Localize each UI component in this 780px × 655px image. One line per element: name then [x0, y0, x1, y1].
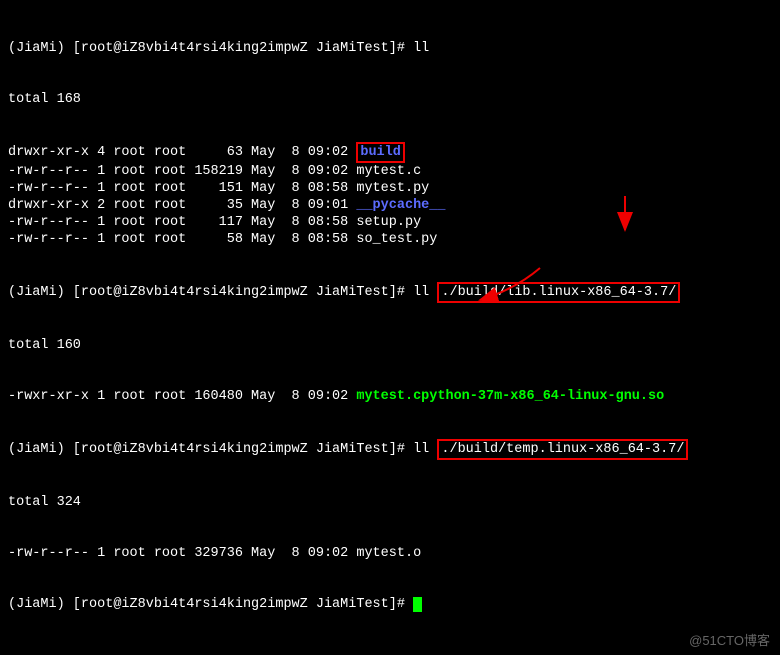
terminal-output[interactable]: (JiaMi) [root@iZ8vbi4t4rsi4king2impwZ Ji…: [0, 0, 780, 636]
cursor: [413, 597, 422, 612]
ls-row: -rw-r--r-- 1 root root 117 May 8 08:58 s…: [8, 214, 772, 231]
file-name: build: [360, 145, 401, 160]
ls-row: -rw-r--r-- 1 root root 329736 May 8 09:0…: [8, 545, 772, 562]
file-name: __pycache__: [356, 198, 445, 213]
prompt-line: (JiaMi) [root@iZ8vbi4t4rsi4king2impwZ Ji…: [8, 439, 772, 460]
file-name: mytest.py: [356, 181, 429, 196]
ls-row: -rwxr-xr-x 1 root root 160480 May 8 09:0…: [8, 388, 772, 405]
file-name: mytest.c: [356, 164, 421, 179]
file-name: mytest.o: [356, 546, 421, 561]
file-name: setup.py: [356, 215, 421, 230]
prompt-line: (JiaMi) [root@iZ8vbi4t4rsi4king2impwZ Ji…: [8, 282, 772, 303]
highlighted-name: build: [356, 142, 405, 163]
ls-row: -rw-r--r-- 1 root root 158219 May 8 09:0…: [8, 163, 772, 180]
highlighted-path: ./build/temp.linux-x86_64-3.7/: [437, 439, 688, 460]
ls-row: -rw-r--r-- 1 root root 151 May 8 08:58 m…: [8, 180, 772, 197]
ls-row: drwxr-xr-x 2 root root 35 May 8 09:01 __…: [8, 197, 772, 214]
total-line: total 324: [8, 494, 772, 511]
ls-row: -rw-r--r-- 1 root root 58 May 8 08:58 so…: [8, 231, 772, 248]
prompt-line: (JiaMi) [root@iZ8vbi4t4rsi4king2impwZ Ji…: [8, 596, 772, 613]
total-line: total 160: [8, 337, 772, 354]
file-name: mytest.cpython-37m-x86_64-linux-gnu.so: [356, 389, 664, 404]
watermark: @51CTO博客: [689, 632, 770, 649]
ls-row: drwxr-xr-x 4 root root 63 May 8 09:02 bu…: [8, 142, 772, 163]
highlighted-path: ./build/lib.linux-x86_64-3.7/: [437, 282, 680, 303]
file-name: so_test.py: [356, 232, 437, 247]
prompt-line: (JiaMi) [root@iZ8vbi4t4rsi4king2impwZ Ji…: [8, 40, 772, 57]
total-line: total 168: [8, 91, 772, 108]
